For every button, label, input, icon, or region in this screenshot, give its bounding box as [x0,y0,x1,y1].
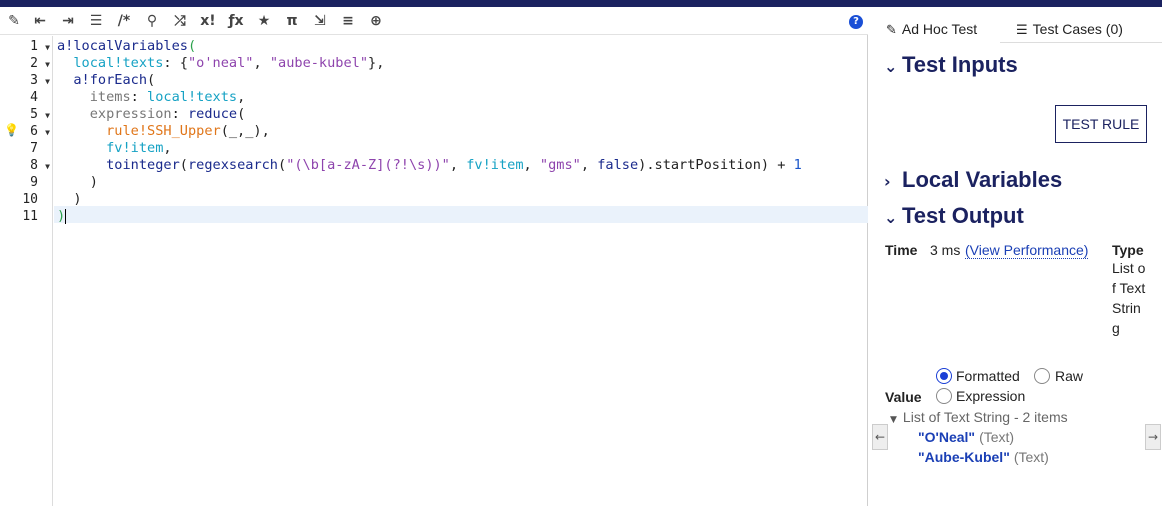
code-line: ) [73,191,82,207]
fold-arrow-icon[interactable]: ▼ [45,39,50,56]
list-icon[interactable]: ☰ [86,11,106,31]
edit-icon: ✎ [886,23,897,38]
section-local-variables[interactable]: › Local Variables [884,167,1062,193]
code-line: fv!item, [106,140,172,156]
radio-raw-label: Raw [1055,368,1084,384]
code-line: expression: reduce( [89,106,246,122]
indent-icon[interactable]: ⇥ [58,11,78,31]
star-icon[interactable]: ★ [254,11,274,31]
chevron-down-icon: ⌄ [884,57,898,76]
list-item: "O'Neal" (Text) [918,429,1015,445]
test-panel: ✎ Ad Hoc Test ☰ Test Cases (0) ⌄ Test Input… [872,7,1162,506]
time-label: Time [885,242,918,258]
code-line: ) [89,174,98,190]
chevron-down-icon: ⌄ [884,208,898,227]
globe-icon[interactable]: ⊕ [366,11,386,31]
line-number: 2 ▼ [30,56,50,73]
line-number: 4 [30,90,38,105]
search-icon[interactable]: ⚲ [142,11,162,31]
time-value: 3 ms [930,242,961,258]
lightbulb-icon[interactable]: 💡 [4,123,19,137]
function-icon[interactable]: ƒx [226,11,246,31]
code-line: a!localVariables( [57,38,197,54]
line-number: 10 [22,192,38,207]
code-line: a!forEach( [73,72,156,88]
line-number: 1 ▼ [30,39,50,56]
help-icon[interactable]: ? [849,15,863,29]
exclamation-icon[interactable]: x! [198,11,218,31]
tab-test-cases[interactable]: ☰ Test Cases (0) [1002,7,1123,43]
radio-raw[interactable] [1034,368,1050,384]
list-icon: ☰ [1016,23,1028,38]
pi-icon[interactable]: π [282,11,302,31]
fold-arrow-icon[interactable]: ▼ [45,56,50,73]
section-test-inputs[interactable]: ⌄ Test Inputs [884,52,1018,78]
value-label: Value [885,389,922,405]
chevron-right-icon: › [884,172,891,191]
line-number: 11 [22,209,38,224]
database-search-icon[interactable]: ≡ [338,11,358,31]
code-line: rule!SSH_Upper(_,_), [106,123,270,139]
radio-formatted-label: Formatted [956,368,1020,384]
list-item: "Aube-Kubel" (Text) [918,449,1049,465]
collapse-left-icon[interactable]: ← [872,424,888,450]
expand-right-icon[interactable]: → [1145,424,1161,450]
top-brand-bar [0,0,1162,7]
fold-arrow-icon[interactable]: ▼ [45,124,50,141]
line-number: 3 ▼ [30,73,50,90]
fold-arrow-icon[interactable]: ▼ [45,73,50,90]
code-line: local!texts: {"o'neal", "aube-kubel"}, [73,55,385,71]
type-value: List of Text String [1112,260,1146,336]
panel-tabs: ✎ Ad Hoc Test ☰ Test Cases (0) [872,7,1162,43]
section-test-output[interactable]: ⌄ Test Output [884,203,1024,229]
tab-ad-hoc-test[interactable]: ✎ Ad Hoc Test [872,7,1000,43]
magic-wand-icon[interactable]: ✎ [4,11,24,31]
shuffle-icon[interactable]: ⤮ [170,11,190,31]
test-rule-button[interactable]: TEST RULE [1055,105,1147,143]
line-number: 9 [30,175,38,190]
expression-editor: ✎ ⇤ ⇥ ☰ /* ⚲ ⤮ x! ƒx ★ π ⇲ ≡ ⊕ ? 1 ▼ 2 ▼ 3… [0,7,868,506]
comment-icon[interactable]: /* [114,11,134,31]
code-line: tointeger(regexsearch("(\b[a-zA-Z](?!\s)… [106,157,802,173]
export-icon[interactable]: ⇲ [310,11,330,31]
code-area[interactable]: a!localVariables( local!texts: {"o'neal"… [54,36,868,506]
radio-formatted[interactable] [936,368,952,384]
radio-expression[interactable] [936,388,952,404]
type-label: Type [1112,242,1144,258]
outdent-icon[interactable]: ⇤ [30,11,50,31]
fold-arrow-icon[interactable]: ▼ [45,107,50,124]
editor-toolbar: ✎ ⇤ ⇥ ☰ /* ⚲ ⤮ x! ƒx ★ π ⇲ ≡ ⊕ ? [0,7,868,35]
active-line-highlight [54,206,868,223]
line-number: 7 [30,141,38,156]
line-number: 5 ▼ [30,107,50,124]
code-line: items: local!texts, [89,89,246,105]
line-number: 8 ▼ [30,158,50,175]
code-line: ) [57,208,67,224]
fold-arrow-icon[interactable]: ▼ [45,158,50,175]
radio-expression-label: Expression [956,388,1026,404]
line-number-gutter: 1 ▼ 2 ▼ 3 ▼ 4 5 ▼ 6 ▼ 7 8 ▼ 9 10 11 [0,36,53,506]
text-cursor [65,208,67,224]
view-performance-link[interactable]: (View Performance) [965,242,1089,259]
triangle-down-icon: ▼ [890,415,897,425]
result-list-header[interactable]: ▼ List of Text String - 2 items [890,409,1068,425]
